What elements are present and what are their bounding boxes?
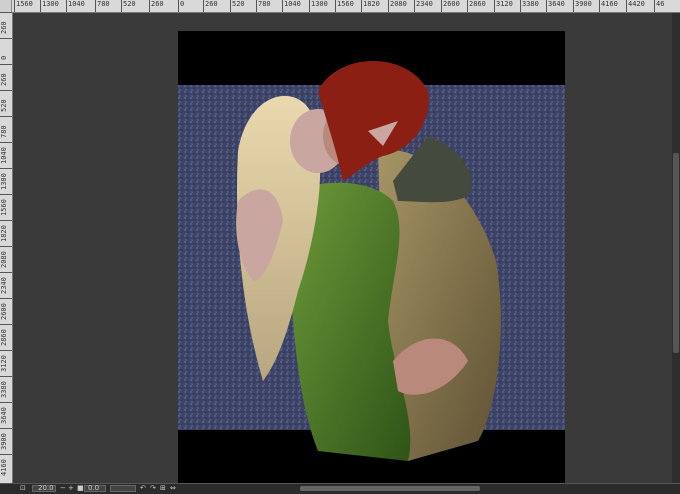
ruler-tick: 1040 [66,0,85,12]
ruler-tick: 260 [149,0,164,12]
ruler-tick: 3380 [520,0,539,12]
ruler-tick: 1820 [0,222,11,242]
rotation-icon[interactable]: ■ [77,484,84,493]
ruler-tick: 4160 [0,456,11,476]
status-bar: ⊡ 20.0 − + ■ 0.0 ↶ ↷ ⊞ ⇔ [0,483,680,494]
ruler-tick: 0 [0,40,11,60]
ruler-tick: 2080 [388,0,407,12]
scrollbar-thumb[interactable] [673,153,679,353]
left-ruler: 260 0 260 520 780 1040 1300 1560 1820 20… [0,12,13,483]
fit-icon[interactable]: ⊞ [160,484,166,493]
ruler-tick: 4160 [599,0,618,12]
ruler-tick: 2860 [467,0,486,12]
ruler-tick: 1300 [40,0,59,12]
image-canvas[interactable] [178,31,565,483]
ruler-tick: 1560 [14,0,33,12]
ruler-tick: 46 [653,0,665,12]
ruler-tick: 3640 [546,0,565,12]
ruler-tick: 3900 [0,430,11,450]
ruler-tick: 3380 [0,378,11,398]
vertical-scrollbar[interactable] [672,13,680,483]
horizontal-scrollbar[interactable] [300,486,480,491]
ruler-tick: 520 [121,0,136,12]
ruler-tick: 3900 [573,0,592,12]
painting-canvas-icon [178,61,565,461]
ruler-tick: 780 [0,118,11,138]
ruler-tick: 3120 [494,0,513,12]
ruler-tick: 260 [203,0,218,12]
ruler-tick: 520 [230,0,245,12]
flip-icon[interactable]: ⇔ [170,484,176,493]
top-ruler: 1560 1300 1040 780 520 260 0 260 520 780… [0,0,680,13]
ruler-tick: 2340 [414,0,433,12]
ruler-tick: 1820 [361,0,380,12]
ruler-tick: 2340 [0,274,11,294]
rotate-right-icon[interactable]: ↷ [150,484,156,493]
zoom-label-icon: ⊡ [20,484,26,492]
ruler-tick: 2600 [441,0,460,12]
ruler-tick: 1560 [335,0,354,12]
ruler-tick: 2600 [0,300,11,320]
ruler-tick: 3120 [0,352,11,372]
ruler-tick: 1040 [282,0,301,12]
ruler-tick: 1040 [0,144,11,164]
ruler-tick: 1560 [0,196,11,216]
ruler-tick: 260 [0,66,11,86]
ruler-tick: 4420 [626,0,645,12]
ruler-tick: 780 [256,0,271,12]
ruler-tick: 1300 [309,0,328,12]
ruler-corner [0,0,12,12]
ruler-tick: 520 [0,92,11,112]
ruler-tick: 2860 [0,326,11,346]
zoom-in-icon[interactable]: + [68,484,74,493]
extra-field[interactable] [110,485,136,492]
zoom-out-icon[interactable]: − [60,484,66,493]
ruler-tick: 2080 [0,248,11,268]
ruler-tick: 1300 [0,170,11,190]
ruler-tick: 0 [177,0,185,12]
rotate-left-icon[interactable]: ↶ [140,484,146,493]
ruler-tick: 780 [95,0,110,12]
rotation-value: 0.0 [88,484,100,492]
ruler-tick: 260 [0,14,11,34]
ruler-tick: 3640 [0,404,11,424]
zoom-value: 20.0 [38,484,54,492]
